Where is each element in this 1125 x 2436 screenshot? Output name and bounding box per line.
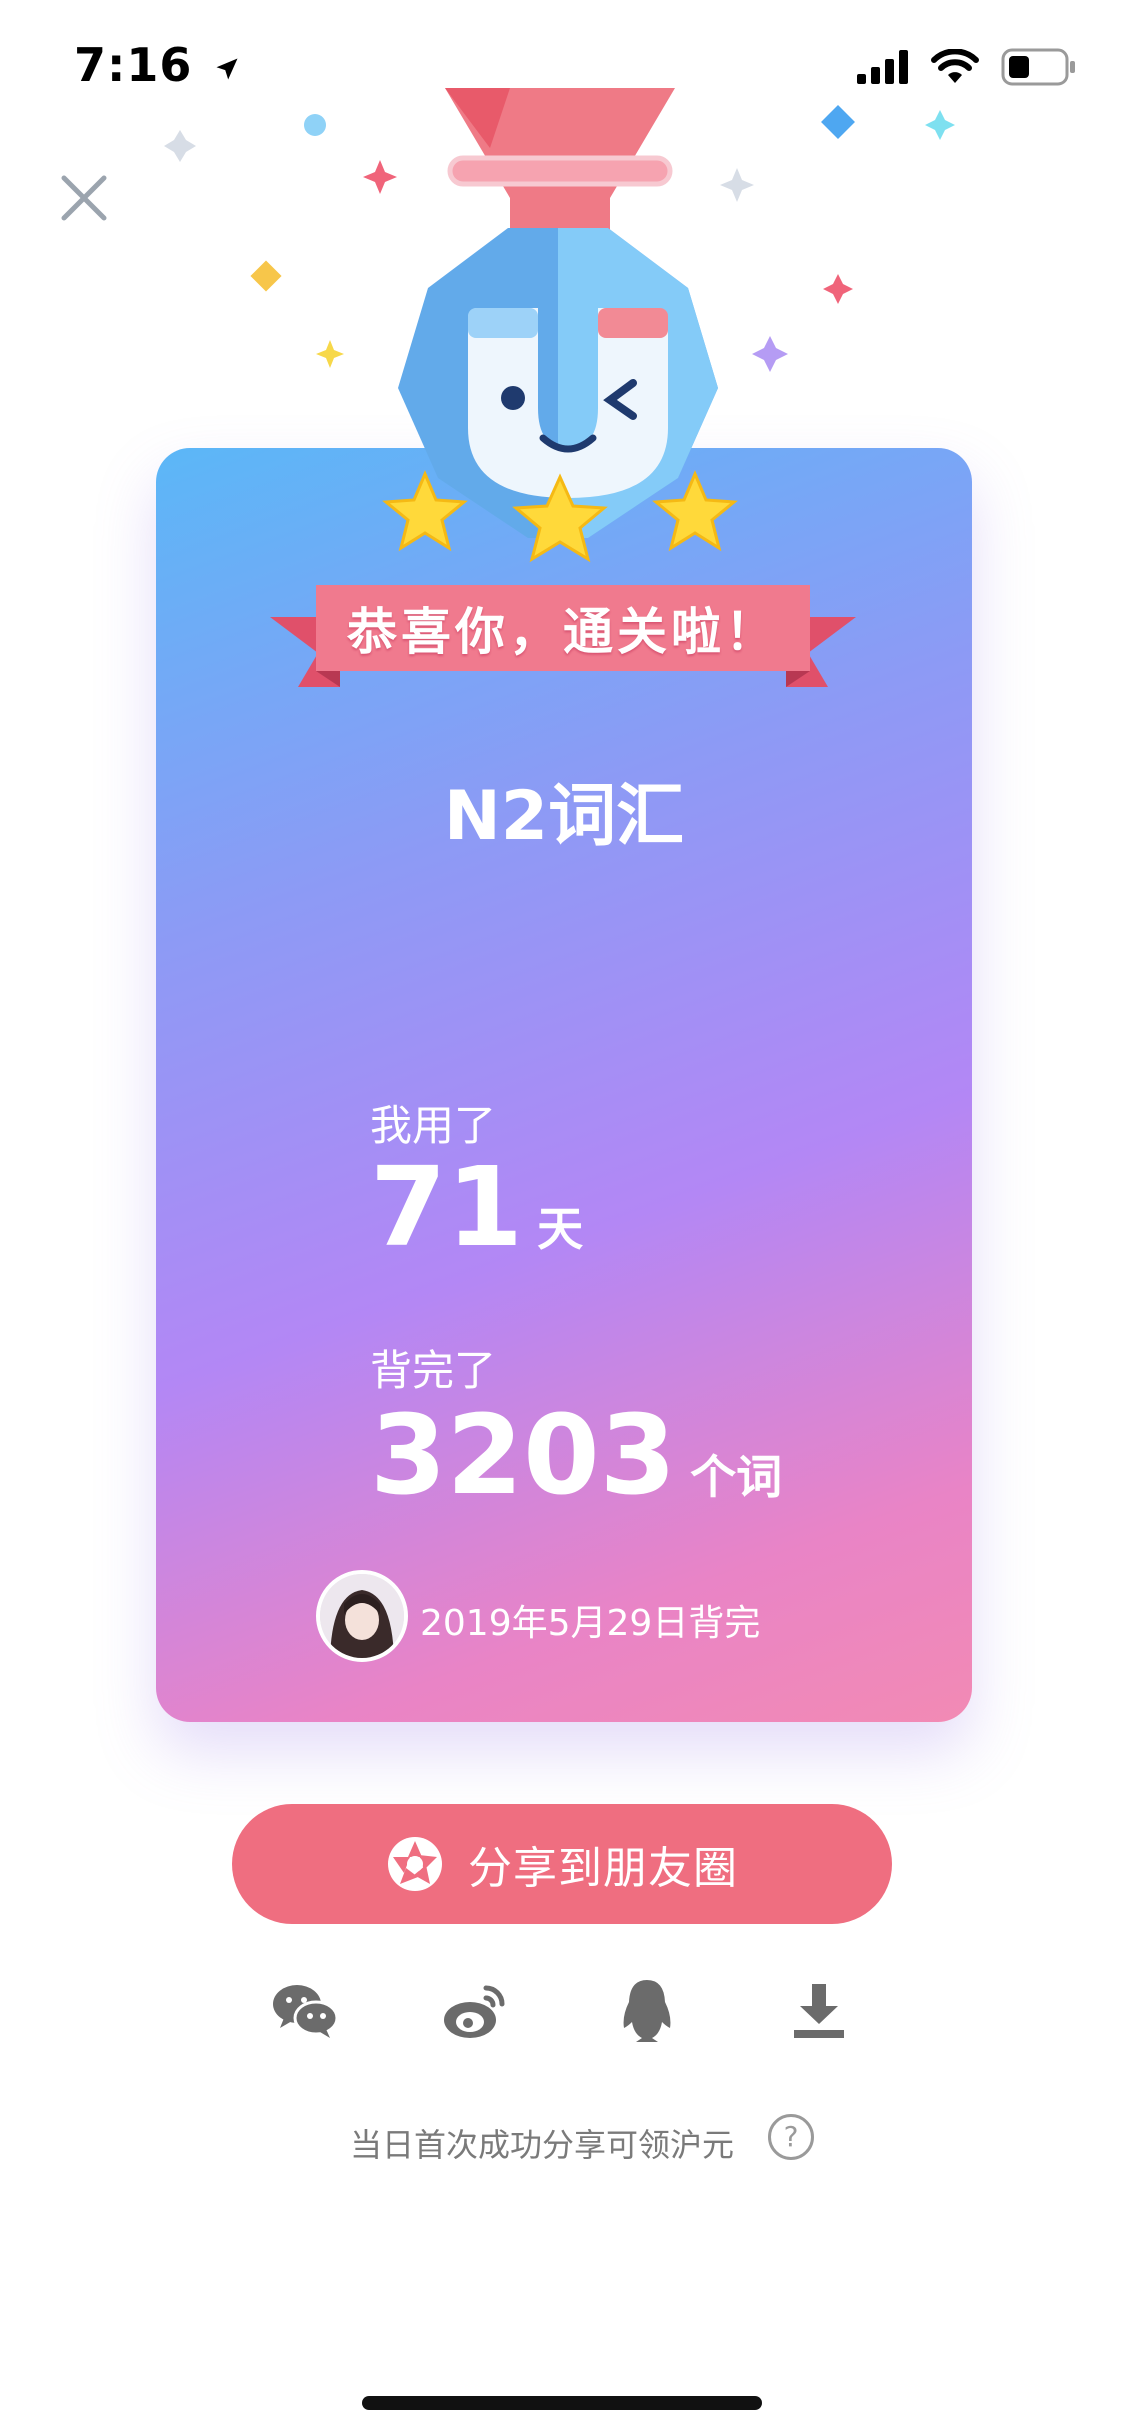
congrats-text: 恭喜你，通关啦！ <box>347 603 779 661</box>
status-time: 7:16 <box>74 38 241 92</box>
days-stat: 71 天 <box>370 1152 583 1262</box>
location-arrow-icon <box>216 58 238 79</box>
download-icon[interactable] <box>784 1976 854 2046</box>
share-to-moments-button[interactable]: 分享到朋友圈 <box>232 1804 892 1924</box>
share-to-moments-label: 分享到朋友圈 <box>468 1843 738 1894</box>
shutter-icon <box>388 1837 442 1891</box>
qq-icon[interactable] <box>612 1976 682 2046</box>
wifi-icon <box>931 49 979 83</box>
words-stat: 3203 个词 <box>370 1400 782 1510</box>
home-indicator <box>362 2396 762 2410</box>
star-icon <box>382 470 468 552</box>
signal-icon <box>857 50 908 84</box>
close-icon[interactable] <box>58 172 110 224</box>
help-icon[interactable]: ? <box>768 2114 814 2160</box>
words-value: 3203 <box>370 1391 677 1519</box>
avatar <box>316 1570 408 1662</box>
star-icon <box>652 470 738 552</box>
finish-date: 2019年5月29日背完 <box>420 1603 761 1644</box>
words-label: 背完了 <box>370 1346 497 1395</box>
share-reward-hint: 当日首次成功分享可领沪元 <box>350 2126 735 2164</box>
three-stars <box>382 470 738 563</box>
wechat-icon[interactable] <box>270 1976 340 2046</box>
avatar-image <box>320 1574 404 1658</box>
weibo-icon[interactable] <box>440 1976 510 2046</box>
status-indicators <box>857 46 1077 88</box>
days-value: 71 <box>370 1143 524 1271</box>
battery-icon <box>1001 48 1075 86</box>
star-icon <box>512 473 608 563</box>
deck-title: N2词汇 <box>443 777 685 856</box>
days-unit: 天 <box>537 1202 584 1256</box>
words-unit: 个词 <box>690 1450 783 1504</box>
